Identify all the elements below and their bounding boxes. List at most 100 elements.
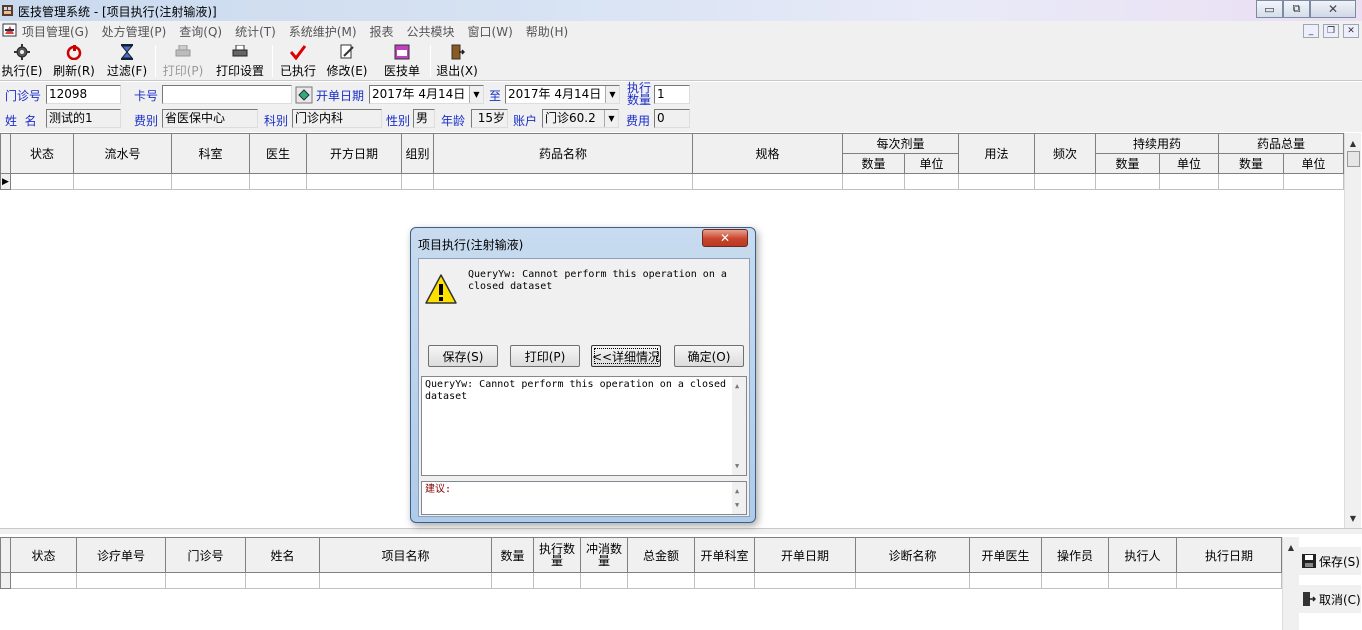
col-group-continuous[interactable]: 持续用药 bbox=[1095, 133, 1220, 154]
scroll-up-icon[interactable]: ▲ bbox=[1283, 539, 1299, 555]
card-reader-icon[interactable] bbox=[295, 86, 313, 104]
chevron-down-icon[interactable]: ▼ bbox=[469, 86, 483, 103]
menu-reports[interactable]: 报表 bbox=[370, 23, 401, 40]
scroll-down-icon[interactable]: ▼ bbox=[735, 499, 739, 511]
col-status[interactable]: 状态 bbox=[10, 133, 74, 174]
col-item-name[interactable]: 项目名称 bbox=[319, 537, 492, 573]
col-total-unit[interactable]: 单位 bbox=[1283, 153, 1345, 174]
scroll-thumb[interactable] bbox=[1347, 151, 1360, 167]
col-continuous-unit[interactable]: 单位 bbox=[1159, 153, 1220, 174]
exec-qty-label-line2: 数量 bbox=[627, 93, 652, 107]
clinic-no-input[interactable]: 12098 bbox=[46, 85, 121, 104]
col-diagnosis[interactable]: 诊断名称 bbox=[855, 537, 970, 573]
mdi-child-icon[interactable] bbox=[2, 23, 18, 38]
app-icon bbox=[2, 5, 13, 16]
exit-button[interactable]: 退出(X) bbox=[435, 43, 479, 79]
col-operator[interactable]: 操作员 bbox=[1041, 537, 1109, 573]
scroll-up-icon[interactable]: ▲ bbox=[735, 485, 739, 497]
medtech-form-button[interactable]: 医技单 bbox=[380, 43, 424, 79]
col-drug-name[interactable]: 药品名称 bbox=[433, 133, 693, 174]
col-serial-no[interactable]: 流水号 bbox=[73, 133, 172, 174]
minimize-button[interactable]: ▭ bbox=[1256, 0, 1283, 18]
col-group-total[interactable]: 药品总量 bbox=[1218, 133, 1345, 154]
col-each-dose-qty[interactable]: 数量 bbox=[842, 153, 905, 174]
menu-prescription-management[interactable]: 处方管理(P) bbox=[102, 23, 174, 40]
pane-divider[interactable] bbox=[0, 528, 1362, 534]
mdi-restore-button[interactable]: ❐ bbox=[1323, 24, 1339, 38]
col-status[interactable]: 状态 bbox=[10, 537, 77, 573]
menu-system-maintenance[interactable]: 系统维护(M) bbox=[289, 23, 364, 40]
filter-button[interactable]: 过滤(F) bbox=[104, 43, 150, 79]
error-detail-textarea[interactable]: QueryYw: Cannot perform this operation o… bbox=[421, 376, 747, 476]
account-select[interactable]: 门诊60.2 ▼ bbox=[542, 109, 619, 128]
menu-project-management[interactable]: 项目管理(G) bbox=[22, 23, 96, 40]
suggestion-scrollbar[interactable]: ▲ ▼ bbox=[732, 482, 746, 514]
print-label: 打印(P) bbox=[162, 64, 204, 78]
suggestion-textarea[interactable]: 建议: ▲ ▼ bbox=[421, 481, 747, 515]
scroll-down-icon[interactable]: ▼ bbox=[735, 460, 739, 472]
close-icon: ✕ bbox=[1327, 2, 1339, 16]
close-button[interactable]: ✕ bbox=[1310, 0, 1356, 18]
menu-query[interactable]: 查询(Q) bbox=[179, 23, 229, 40]
executed-button[interactable]: 已执行 bbox=[277, 43, 319, 79]
scroll-up-icon[interactable]: ▲ bbox=[1345, 135, 1361, 151]
top-grid-scrollbar[interactable]: ▲ ▼ bbox=[1344, 133, 1361, 528]
col-treatment-no[interactable]: 诊疗单号 bbox=[76, 537, 166, 573]
cancel-side-button[interactable]: 取消(C) bbox=[1299, 585, 1361, 613]
dialog-details-button[interactable]: <<详细情况 bbox=[591, 345, 661, 367]
col-total-qty[interactable]: 数量 bbox=[1218, 153, 1285, 174]
print-button[interactable]: 打印(P) bbox=[160, 43, 206, 79]
print-settings-button[interactable]: 打印设置 bbox=[213, 43, 267, 79]
dialog-ok-button[interactable]: 确定(O) bbox=[674, 345, 744, 367]
mdi-close-button[interactable]: ✕ bbox=[1343, 24, 1359, 38]
menu-public-modules[interactable]: 公共模块 bbox=[407, 23, 462, 40]
date-to-picker[interactable]: 2017年 4月14日 ▼ bbox=[505, 85, 620, 104]
date-from-picker[interactable]: 2017年 4月14日 ▼ bbox=[369, 85, 484, 104]
error-dialog: 项目执行(注射输液) ✕ QueryYw: Cannot perform thi… bbox=[410, 227, 756, 523]
col-order-dept[interactable]: 开单科室 bbox=[694, 537, 755, 573]
col-name[interactable]: 姓名 bbox=[245, 537, 320, 573]
account-value: 门诊60.2 bbox=[545, 111, 596, 125]
scroll-up-icon[interactable]: ▲ bbox=[735, 380, 739, 392]
mdi-minimize-button[interactable]: _ bbox=[1303, 24, 1319, 38]
chevron-down-icon[interactable]: ▼ bbox=[605, 86, 619, 103]
menu-window[interactable]: 窗口(W) bbox=[468, 23, 520, 40]
restore-button[interactable]: ⧉ bbox=[1283, 0, 1310, 18]
menu-statistics[interactable]: 统计(T) bbox=[235, 23, 283, 40]
col-doctor[interactable]: 医生 bbox=[249, 133, 307, 174]
table-row[interactable]: ▶ bbox=[0, 173, 1345, 190]
col-quantity[interactable]: 数量 bbox=[491, 537, 534, 573]
col-executor[interactable]: 执行人 bbox=[1108, 537, 1177, 573]
dialog-close-button[interactable]: ✕ bbox=[702, 229, 748, 247]
refresh-button[interactable]: 刷新(R) bbox=[52, 43, 96, 79]
chevron-down-icon[interactable]: ▼ bbox=[604, 110, 618, 127]
bottom-grid-scrollbar[interactable]: ▲ bbox=[1282, 537, 1299, 630]
detail-scrollbar[interactable]: ▲ ▼ bbox=[732, 377, 746, 475]
col-group-each-dose[interactable]: 每次剂量 bbox=[841, 133, 960, 154]
col-total-amount[interactable]: 总金额 bbox=[627, 537, 695, 573]
col-usage[interactable]: 用法 bbox=[958, 133, 1036, 174]
col-offset-qty[interactable]: 冲消数量 bbox=[580, 537, 628, 573]
col-prescribe-date[interactable]: 开方日期 bbox=[306, 133, 402, 174]
save-side-button[interactable]: 保存(S) bbox=[1299, 547, 1361, 575]
table-row[interactable] bbox=[0, 572, 1282, 589]
menu-help[interactable]: 帮助(H) bbox=[526, 23, 575, 40]
dialog-save-button[interactable]: 保存(S) bbox=[428, 345, 498, 367]
col-exec-date[interactable]: 执行日期 bbox=[1176, 537, 1282, 573]
col-specification[interactable]: 规格 bbox=[692, 133, 843, 174]
col-order-doctor[interactable]: 开单医生 bbox=[969, 537, 1042, 573]
exec-qty-input[interactable]: 1 bbox=[654, 85, 690, 104]
execute-button[interactable]: 执行(E) bbox=[0, 43, 44, 79]
col-each-dose-unit[interactable]: 单位 bbox=[903, 153, 960, 174]
col-frequency[interactable]: 频次 bbox=[1034, 133, 1097, 174]
scroll-down-icon[interactable]: ▼ bbox=[1345, 510, 1361, 526]
col-department[interactable]: 科室 bbox=[171, 133, 250, 174]
col-exec-qty[interactable]: 执行数量 bbox=[533, 537, 581, 573]
col-order-date[interactable]: 开单日期 bbox=[754, 537, 856, 573]
card-no-input[interactable] bbox=[162, 85, 292, 104]
dialog-print-button[interactable]: 打印(P) bbox=[510, 345, 580, 367]
col-continuous-qty[interactable]: 数量 bbox=[1095, 153, 1161, 174]
col-group[interactable]: 组别 bbox=[401, 133, 434, 174]
modify-button[interactable]: 修改(E) bbox=[324, 43, 370, 79]
col-clinic-no[interactable]: 门诊号 bbox=[165, 537, 246, 573]
